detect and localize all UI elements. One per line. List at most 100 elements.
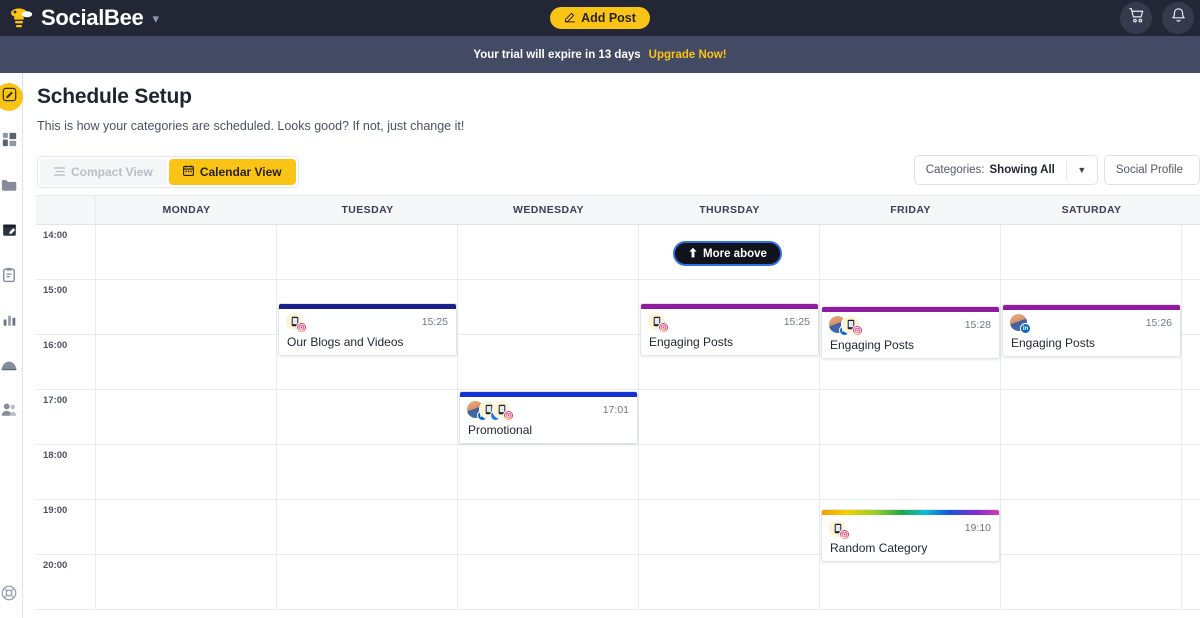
trial-banner: Your trial will expire in 13 days Upgrad… (0, 36, 1200, 73)
categories-filter-label: Categories: (915, 164, 985, 176)
categories-filter[interactable]: Categories: Showing All ▼ (914, 155, 1098, 185)
calendar-event-card[interactable]: in15:28Engaging Posts (821, 306, 1000, 359)
calendar-cell-sun[interactable] (1182, 225, 1200, 279)
calendar-cell-sat[interactable] (1001, 225, 1182, 279)
chevron-down-icon[interactable]: ▾ (152, 12, 159, 25)
brand-logo-group[interactable]: SocialBee ▾ (10, 7, 159, 29)
calendar-cell-wed[interactable] (458, 225, 639, 279)
event-meta-row: in15:26 (1003, 310, 1180, 336)
chevron-down-icon[interactable]: ▼ (1067, 165, 1097, 175)
profile-placeholder-avatar (647, 312, 666, 331)
event-time: 15:25 (784, 316, 810, 328)
calendar-cell-mon[interactable] (96, 225, 277, 279)
event-title: Random Category (822, 541, 999, 561)
calendar-cell-tue[interactable] (277, 445, 458, 499)
calendar-cell-mon[interactable] (96, 390, 277, 444)
sidebar-item-inbox[interactable] (0, 353, 23, 381)
calendar-cell-thu[interactable] (639, 555, 820, 609)
calendar-cell-mon[interactable] (96, 335, 277, 389)
event-profile-avatars: in (1009, 312, 1028, 334)
calendar-cell-sun[interactable] (1182, 390, 1200, 444)
add-post-label: Add Post (581, 11, 636, 25)
sidebar-item-schedule[interactable] (0, 218, 23, 246)
upgrade-now-link[interactable]: Upgrade Now! (649, 49, 727, 61)
cart-button[interactable] (1120, 2, 1152, 34)
sidebar-item-help[interactable] (0, 581, 23, 609)
calendar-cell-wed[interactable] (458, 335, 639, 389)
sidebar-item-content[interactable] (0, 128, 23, 156)
calendar-cell-wed[interactable] (458, 555, 639, 609)
calendar-cell-thu[interactable] (639, 500, 820, 554)
calendar-event-card[interactable]: 15:25Our Blogs and Videos (278, 303, 457, 356)
calendar-cell-thu[interactable] (639, 445, 820, 499)
time-label: 16:00 (43, 340, 67, 351)
event-title: Engaging Posts (822, 338, 999, 358)
calendar-cell-sat[interactable] (1001, 500, 1182, 554)
calendar-cell-mon[interactable] (96, 555, 277, 609)
calendar-cell-tue[interactable] (277, 500, 458, 554)
calendar-cell-tue[interactable] (277, 555, 458, 609)
calendar-event-card[interactable]: 19:10Random Category (821, 509, 1000, 562)
clipboard-icon (2, 267, 16, 288)
time-gutter-cell: 17:00 (36, 390, 96, 444)
calendar-cell-sat[interactable] (1001, 555, 1182, 609)
event-meta-row: in15:28 (822, 312, 999, 338)
instagram-badge-icon (852, 325, 863, 336)
calendar-cell-sat[interactable] (1001, 390, 1182, 444)
time-gutter-cell: 16:00 (36, 335, 96, 389)
event-time: 15:25 (422, 316, 448, 328)
calendar-cell-mon[interactable] (96, 500, 277, 554)
event-meta-row: inf17:01 (460, 397, 637, 423)
calendar-cell-sat[interactable] (1001, 445, 1182, 499)
more-above-pill[interactable]: More above (673, 241, 782, 266)
sidebar-item-audience[interactable] (0, 398, 23, 426)
calendar-cell-wed[interactable] (458, 445, 639, 499)
add-post-button[interactable]: Add Post (550, 7, 650, 29)
sidebar-item-compose[interactable] (0, 83, 23, 111)
schedule-calendar: MONDAY TUESDAY WEDNESDAY THURSDAY FRIDAY… (36, 195, 1200, 617)
sidebar-item-analytics[interactable] (0, 308, 23, 336)
calendar-view-button[interactable]: Calendar View (169, 159, 296, 185)
day-header-friday: FRIDAY (820, 196, 1001, 224)
calendar-cell-sun[interactable] (1182, 280, 1200, 334)
calendar-cell-wed[interactable] (458, 280, 639, 334)
trial-message: Your trial will expire in 13 days (473, 49, 640, 61)
calendar-cell-fri[interactable] (820, 445, 1001, 499)
day-header-tuesday: TUESDAY (277, 196, 458, 224)
content-blocks-icon (2, 132, 17, 152)
calendar-cell-fri[interactable] (820, 225, 1001, 279)
calendar-cell-fri[interactable] (820, 555, 1001, 609)
event-meta-row: 19:10 (822, 515, 999, 541)
time-label: 17:00 (43, 395, 67, 406)
calendar-cell-sun[interactable] (1182, 500, 1200, 554)
shopping-cart-icon (1128, 7, 1145, 29)
day-header-monday: MONDAY (96, 196, 277, 224)
sidebar-item-queue[interactable] (0, 263, 23, 291)
calendar-cell-fri[interactable] (820, 390, 1001, 444)
calendar-cell-sun[interactable] (1182, 555, 1200, 609)
add-post-container: Add Post (0, 0, 1200, 36)
social-profile-filter[interactable]: Social Profile (1104, 155, 1200, 185)
notifications-button[interactable] (1162, 2, 1194, 34)
calendar-cell-sun[interactable] (1182, 335, 1200, 389)
calendar-cell-thu[interactable] (639, 390, 820, 444)
tray-icon (1, 358, 17, 376)
compact-view-button[interactable]: Compact View (40, 159, 167, 185)
calendar-event-card[interactable]: 15:25 Engaging Posts (640, 303, 819, 356)
calendar-cell-wed[interactable] (458, 500, 639, 554)
calendar-row: 18:00 (36, 445, 1200, 500)
event-profile-avatars: in (828, 314, 860, 336)
calendar-cell-mon[interactable] (96, 280, 277, 334)
calendar-cell-tue[interactable] (277, 390, 458, 444)
event-title: Engaging Posts (1003, 336, 1180, 356)
day-header-saturday: SATURDAY (1001, 196, 1182, 224)
event-title: Engaging Posts (641, 335, 818, 355)
calendar-event-card[interactable]: inf17:01Promotional (459, 391, 638, 444)
sidebar-item-folders[interactable] (0, 173, 23, 201)
calendar-cell-tue[interactable] (277, 225, 458, 279)
filter-controls: Categories: Showing All ▼ Social Profile (914, 155, 1200, 185)
calendar-cell-sun[interactable] (1182, 445, 1200, 499)
calendar-cell-mon[interactable] (96, 445, 277, 499)
profile-photo-avatar: in (1009, 313, 1028, 332)
calendar-event-card[interactable]: in15:26Engaging Posts (1002, 304, 1181, 357)
